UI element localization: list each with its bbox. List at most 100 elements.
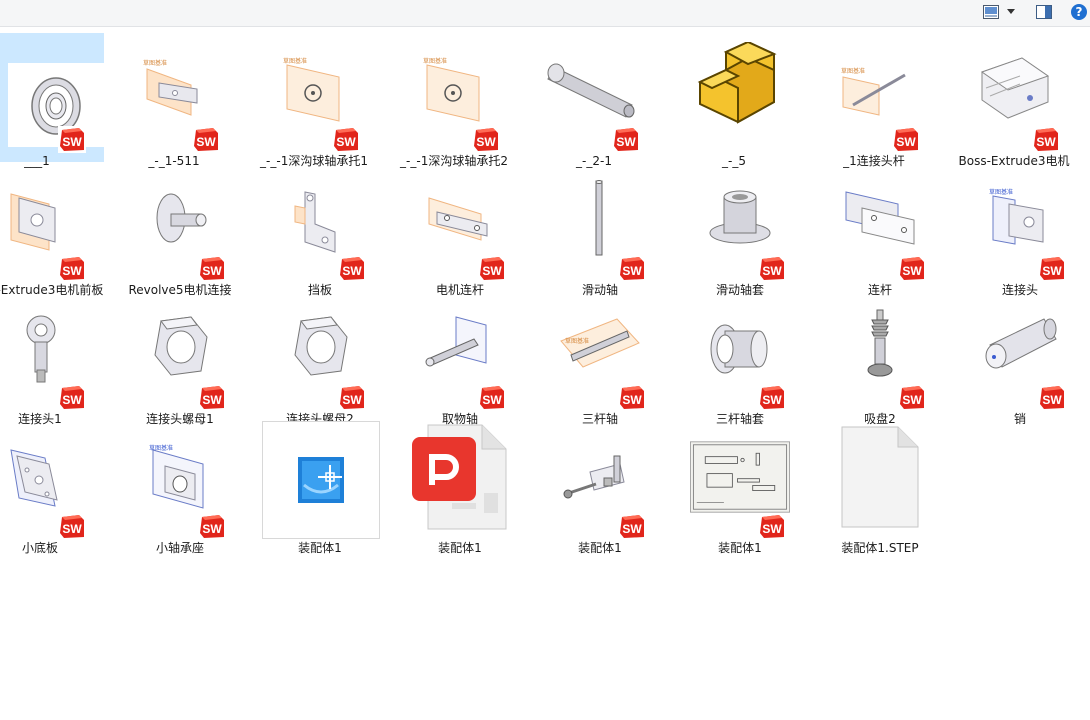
file-item[interactable]: SW 三杆轴套 bbox=[670, 291, 810, 426]
file-item[interactable]: 草图基准 SW 小轴承座 bbox=[110, 420, 250, 555]
file-item[interactable]: SW 取物轴 bbox=[390, 291, 530, 426]
file-name-label: 销 bbox=[1013, 412, 1026, 426]
file-row: SWoss-Extrude3电机前板SWRevolve5电机连接SW挡板SW电机… bbox=[0, 162, 1090, 297]
solidworks-badge-icon: SW bbox=[898, 255, 926, 282]
solidworks-badge-icon: SW bbox=[478, 384, 506, 411]
svg-text:SW: SW bbox=[336, 135, 356, 149]
file-item[interactable]: SW 连接头螺母2 bbox=[250, 291, 390, 426]
blank-file-icon bbox=[830, 422, 930, 532]
solidworks-badge-icon: SW bbox=[198, 513, 226, 540]
svg-text:SW: SW bbox=[762, 522, 782, 536]
solidworks-badge-icon: SW bbox=[192, 126, 220, 153]
svg-text:草图基准: 草图基准 bbox=[841, 67, 865, 75]
file-item[interactable]: SW 小底板 bbox=[0, 420, 110, 555]
file-grid: SW ___1 草图基准 SW _-_1-511 草图基准 SW _-_-1深沟球轴承托1 草图… bbox=[0, 33, 1090, 555]
pdf-reader-icon bbox=[410, 422, 510, 532]
svg-text:SW: SW bbox=[622, 522, 642, 536]
svg-text:草图基准: 草图基准 bbox=[283, 57, 307, 65]
file-item[interactable]: SW 销 bbox=[950, 291, 1090, 426]
svg-text:SW: SW bbox=[202, 264, 222, 278]
file-item[interactable]: 草图基准 SW _1连接头杆 bbox=[804, 33, 944, 168]
file-item[interactable]: 装配体1.STEP bbox=[810, 420, 950, 555]
file-item[interactable]: SW 装配体1 bbox=[530, 420, 670, 555]
explorer-toolbar: ? bbox=[0, 0, 1090, 27]
svg-text:SW: SW bbox=[1042, 264, 1062, 278]
file-item[interactable]: SW 滑动轴套 bbox=[670, 162, 810, 297]
file-item[interactable]: SW 连接头1 bbox=[0, 291, 110, 426]
svg-text:SW: SW bbox=[342, 393, 362, 407]
svg-text:草图基准: 草图基准 bbox=[989, 188, 1013, 196]
solidworks-part-icon bbox=[684, 35, 784, 145]
file-item[interactable]: SW 电机连杆 bbox=[390, 162, 530, 297]
file-item[interactable]: 草图基准 SW _-_-1深沟球轴承托1 bbox=[244, 33, 384, 168]
svg-text:SW: SW bbox=[202, 522, 222, 536]
svg-text:SW: SW bbox=[62, 522, 82, 536]
solidworks-badge-icon: SW bbox=[758, 384, 786, 411]
svg-text:SW: SW bbox=[202, 393, 222, 407]
file-item[interactable]: 草图基准 SW _-_1-511 bbox=[104, 33, 244, 168]
file-row: SW 连接头1 SW 连接头螺母1 SW 连接头螺母2 SW 取物轴 草图基准 SW 三杆轴 SW 三杆… bbox=[0, 291, 1090, 426]
file-item[interactable]: 装配体1 bbox=[250, 420, 390, 555]
solidworks-badge-icon: SW bbox=[332, 126, 360, 153]
solidworks-badge-icon: SW bbox=[338, 255, 366, 282]
preview-pane-button[interactable] bbox=[1035, 3, 1053, 21]
svg-text:SW: SW bbox=[196, 135, 216, 149]
solidworks-badge-icon: SW bbox=[58, 384, 86, 411]
solidworks-badge-icon: SW bbox=[58, 255, 86, 282]
svg-text:SW: SW bbox=[476, 135, 496, 149]
file-item[interactable]: SW 吸盘2 bbox=[810, 291, 950, 426]
solidworks-badge-icon: SW bbox=[892, 126, 920, 153]
svg-text:草图基准: 草图基准 bbox=[143, 59, 167, 67]
file-item[interactable]: _-_5 bbox=[664, 33, 804, 168]
view-mode-button[interactable] bbox=[981, 3, 1017, 21]
solidworks-badge-icon: SW bbox=[472, 126, 500, 153]
file-item[interactable]: SWoss-Extrude3电机前板 bbox=[0, 162, 110, 297]
svg-text:SW: SW bbox=[762, 393, 782, 407]
svg-text:SW: SW bbox=[622, 264, 642, 278]
file-name-label: 装配体1 bbox=[298, 541, 342, 555]
file-item[interactable]: SW Revolve5电机连接 bbox=[110, 162, 250, 297]
solidworks-badge-icon: SW bbox=[618, 384, 646, 411]
file-name-label: 装配体1 bbox=[438, 541, 482, 555]
svg-text:SW: SW bbox=[762, 264, 782, 278]
file-item[interactable]: SW 连杆 bbox=[810, 162, 950, 297]
svg-text:SW: SW bbox=[902, 393, 922, 407]
svg-text:草图基准: 草图基准 bbox=[423, 57, 447, 65]
preview-pane-icon bbox=[1036, 5, 1052, 19]
file-item[interactable]: 草图基准 SW 连接头 bbox=[950, 162, 1090, 297]
bearing-thumbnail bbox=[8, 63, 104, 147]
file-item[interactable]: 装配体1 bbox=[390, 420, 530, 555]
solidworks-badge-icon: SW bbox=[1038, 255, 1066, 282]
file-item[interactable]: SW 挡板 bbox=[250, 162, 390, 297]
file-row: SW ___1 草图基准 SW _-_1-511 草图基准 SW _-_-1深沟球轴承托1 草图… bbox=[0, 33, 1090, 168]
file-item[interactable]: SW ___1 bbox=[0, 33, 104, 168]
solidworks-badge-icon: SW bbox=[618, 513, 646, 540]
file-item[interactable]: SW 滑动轴 bbox=[530, 162, 670, 297]
svg-text:SW: SW bbox=[482, 393, 502, 407]
file-name-label: 小轴承座 bbox=[155, 541, 204, 555]
svg-text:SW: SW bbox=[62, 264, 82, 278]
help-icon: ? bbox=[1071, 4, 1087, 20]
solidworks-badge-icon: SW bbox=[198, 255, 226, 282]
svg-text:SW: SW bbox=[62, 135, 82, 149]
cad-app-icon bbox=[262, 421, 380, 539]
file-item[interactable]: SW 连接头螺母1 bbox=[110, 291, 250, 426]
solidworks-badge-icon: SW bbox=[1038, 384, 1066, 411]
file-item[interactable]: SW 装配体1 bbox=[670, 420, 810, 555]
svg-text:SW: SW bbox=[622, 393, 642, 407]
svg-text:草图基准: 草图基准 bbox=[565, 337, 589, 345]
file-item[interactable]: SW _-_2-1 bbox=[524, 33, 664, 168]
svg-text:SW: SW bbox=[902, 264, 922, 278]
svg-text:SW: SW bbox=[482, 264, 502, 278]
file-item[interactable]: 草图基准 SW _-_-1深沟球轴承托2 bbox=[384, 33, 524, 168]
solidworks-badge-icon: SW bbox=[758, 255, 786, 282]
solidworks-badge-icon: SW bbox=[898, 384, 926, 411]
svg-text:SW: SW bbox=[1036, 135, 1056, 149]
solidworks-badge-icon: SW bbox=[478, 255, 506, 282]
file-item[interactable]: SW Boss-Extrude3电机 bbox=[944, 33, 1084, 168]
solidworks-badge-icon: SW bbox=[58, 126, 86, 153]
help-button[interactable]: ? bbox=[1070, 3, 1088, 21]
svg-text:SW: SW bbox=[616, 135, 636, 149]
svg-text:SW: SW bbox=[342, 264, 362, 278]
file-item[interactable]: 草图基准 SW 三杆轴 bbox=[530, 291, 670, 426]
